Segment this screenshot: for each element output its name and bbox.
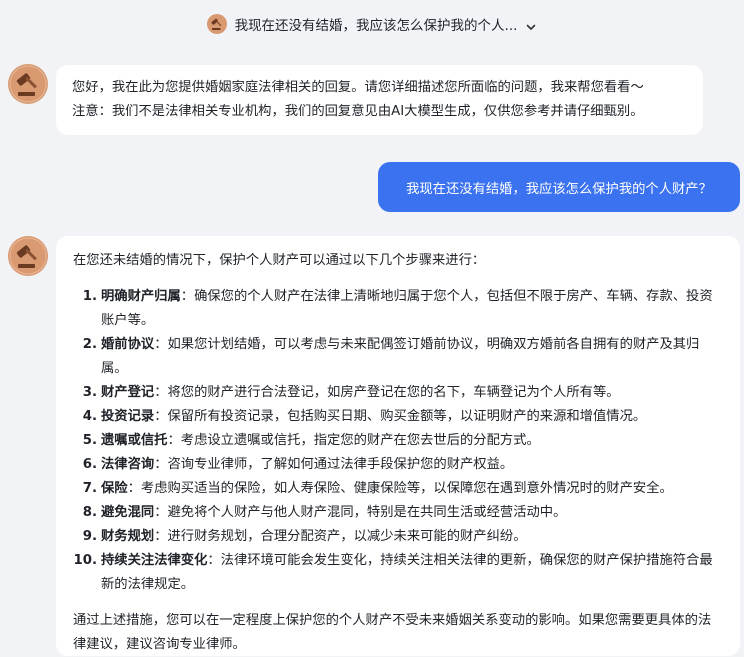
step-number: 3. [82,385,97,400]
gavel-icon [8,236,48,280]
list-item: 4. 投资记录：保留所有投资记录，包括购买日期、购买金额等，以证明财产的来源和增值… [73,405,724,429]
step-number: 7. [82,481,97,496]
list-item: 7. 保险：考虑购买适当的保险，如人寿保险、健康保险等，以保障您在遇到意外情况时的… [73,477,724,501]
assistant-avatar [8,64,48,104]
answer-intro: 在您还未结婚的情况下，保护个人财产可以通过以下几个步骤来进行： [73,253,486,268]
step-title: 投资记录 [101,409,155,424]
step-number: 4. [82,409,97,424]
disclaimer-line: 注意：我们不是法律相关专业机构，我们的回复意见由AI大模型生成，仅供您参考并请仔… [72,104,644,119]
step-title: 遗嘱或信托 [101,433,168,448]
step-title: 婚前协议 [101,337,155,352]
step-desc: ：考虑购买适当的保险，如人寿保险、健康保险等，以保障您在遇到意外情况时的财产安全… [127,481,673,496]
step-desc: ：确保您的个人财产在法律上清晰地归属于您个人，包括但不限于房产、车辆、存款、投资… [101,289,713,328]
step-title: 明确财产归属 [101,289,181,304]
step-title: 保险 [101,481,128,496]
list-item: 1. 明确财产归属：确保您的个人财产在法律上清晰地归属于您个人，包括但不限于房产、… [73,285,724,333]
list-item: 8. 避免混同：避免将个人财产与他人财产混同，特别是在共同生活或经营活动中。 [73,501,724,525]
conversation-title: 我现在还没有结婚，我应该怎么保护我的个人... [234,18,518,34]
list-item: 6. 法律咨询：咨询专业律师，了解如何通过法律手段保护您的财产权益。 [73,453,724,477]
step-desc: ：进行财务规划，合理分配资产，以减少未来可能的财产纠纷。 [154,529,527,544]
step-title: 财产登记 [101,385,155,400]
step-desc: ：保留所有投资记录，包括购买日期、购买金额等，以证明财产的来源和增值情况。 [154,409,647,424]
step-title: 财务规划 [101,529,155,544]
step-desc: ：咨询专业律师，了解如何通过法律手段保护您的财产权益。 [154,457,514,472]
gavel-icon [206,14,227,34]
list-item: 10. 持续关注法律变化：法律环境可能会发生变化，持续关注相关法律的更新，确保您的… [73,549,724,597]
conversation-header[interactable]: 我现在还没有结婚，我应该怎么保护我的个人... [0,0,744,48]
step-number: 8. [82,505,97,520]
greeting-line: 您好，我在此为您提供婚姻家庭法律相关的回复。请您详细描述您所面临的问题，我来帮您… [72,80,644,95]
step-desc: ：如果您计划结婚，可以考虑与未来配偶签订婚前协议，明确双方婚前各自拥有的财产及其… [101,337,700,376]
assistant-avatar [8,236,48,276]
step-title: 持续关注法律变化 [101,553,208,568]
assistant-greeting-message: 您好，我在此为您提供婚姻家庭法律相关的回复。请您详细描述您所面临的问题，我来帮您… [56,65,703,135]
list-item: 3. 财产登记：将您的财产进行合法登记，如房产登记在您的名下，车辆登记为个人所有等… [73,381,724,405]
list-item: 5. 遗嘱或信托：考虑设立遗嘱或信托，指定您的财产在您去世后的分配方式。 [73,429,724,453]
user-message: 我现在还没有结婚，我应该怎么保护我的个人财产？ [378,162,740,212]
user-message-text: 我现在还没有结婚，我应该怎么保护我的个人财产？ [406,181,712,197]
step-number: 5. [82,433,97,448]
step-title: 法律咨询 [101,457,155,472]
step-number: 9. [82,529,97,544]
step-number: 1. [82,289,97,304]
step-number: 2. [82,337,97,352]
chevron-down-icon[interactable] [525,18,537,30]
step-desc: ：考虑设立遗嘱或信托，指定您的财产在您去世后的分配方式。 [167,433,540,448]
step-title: 避免混同 [101,505,155,520]
step-desc: ：避免将个人财产与他人财产混同，特别是在共同生活或经营活动中。 [154,505,567,520]
step-number: 10. [73,553,97,568]
list-item: 9. 财务规划：进行财务规划，合理分配资产，以减少未来可能的财产纠纷。 [73,525,724,549]
assistant-answer-message: 在您还未结婚的情况下，保护个人财产可以通过以下几个步骤来进行： 1. 明确财产归属… [56,236,740,656]
list-item: 2. 婚前协议：如果您计划结婚，可以考虑与未来配偶签订婚前协议，明确双方婚前各自拥… [73,333,724,381]
gavel-icon [8,64,48,108]
answer-conclusion: 通过上述措施，您可以在一定程度上保护您的个人财产不受未来婚姻关系变动的影响。如果… [73,613,712,652]
steps-list: 1. 明确财产归属：确保您的个人财产在法律上清晰地归属于您个人，包括但不限于房产、… [73,285,724,597]
step-number: 6. [82,457,97,472]
step-desc: ：将您的财产进行合法登记，如房产登记在您的名下，车辆登记为个人所有等。 [154,385,620,400]
